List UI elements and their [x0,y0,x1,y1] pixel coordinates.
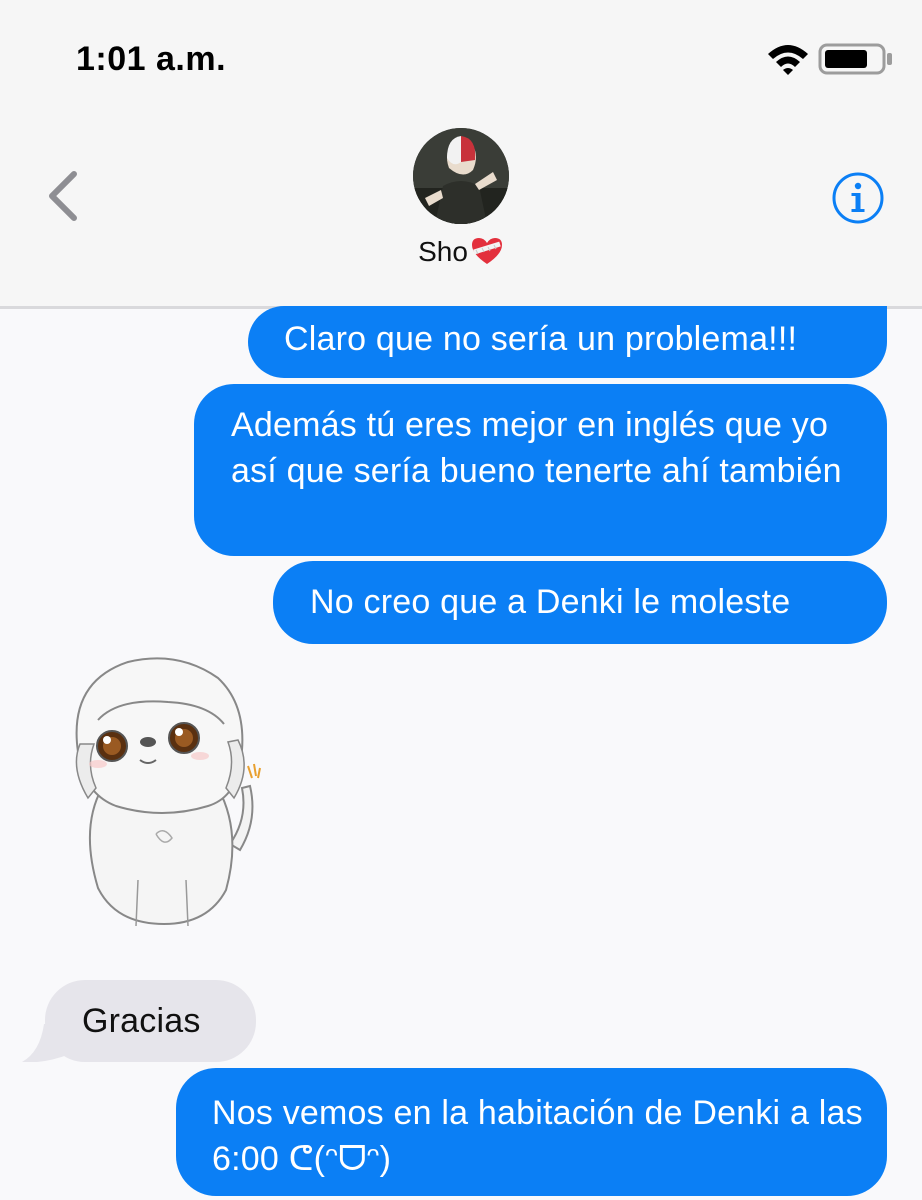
contact-avatar[interactable] [413,128,509,224]
conversation-header: Sho [0,110,922,309]
status-bar: 1:01 a.m. [0,0,922,110]
message-bubble-outgoing[interactable]: Claro que no sería un problema!!! [248,306,887,378]
info-icon[interactable] [831,171,885,225]
back-chevron-icon[interactable] [40,168,84,224]
message-bubble-outgoing[interactable]: Además tú eres mejor en inglés que yo as… [194,384,887,556]
contact-name: Sho [418,236,468,267]
contact-name-row[interactable]: Sho [0,236,922,268]
message-bubble-outgoing[interactable]: No creo que a Denki le moleste [273,561,887,644]
mending-heart-icon [471,238,502,264]
white-puppy-sticker[interactable] [58,648,280,930]
avatar-image [413,128,509,224]
message-bubble-incoming[interactable]: Gracias [45,980,256,1062]
battery-icon [818,43,892,75]
wifi-icon [768,45,808,75]
message-bubble-outgoing[interactable]: Nos vemos en la habitación de Denki a la… [176,1068,887,1196]
status-time: 1:01 a.m. [76,40,227,78]
